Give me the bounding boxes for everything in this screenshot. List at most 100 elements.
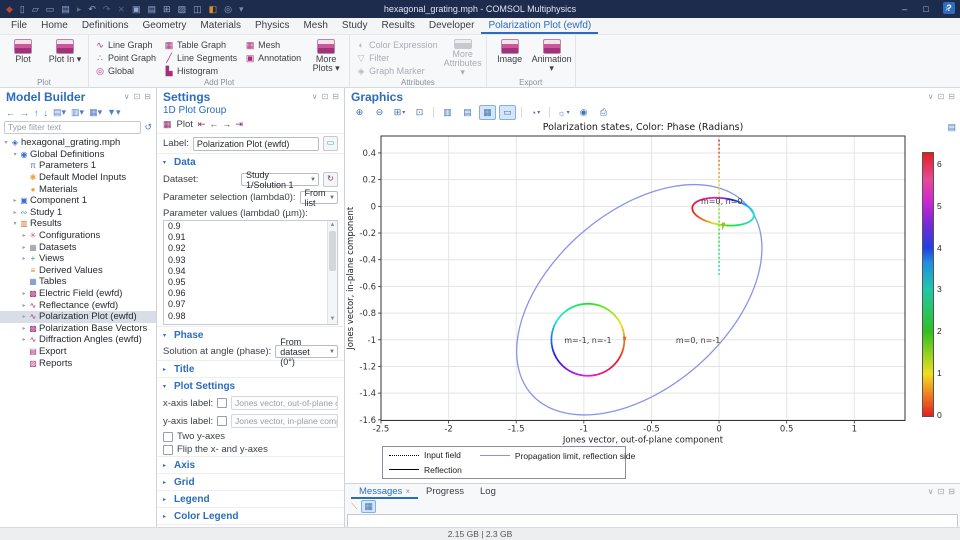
save-icon[interactable]: ▭ — [46, 0, 55, 18]
dataset-refresh-icon[interactable]: ↻ — [323, 172, 338, 187]
tree-item[interactable]: ✱Default Model Inputs — [0, 172, 156, 184]
maximize-icon[interactable]: □ — [923, 0, 928, 18]
ribbon-button-mesh[interactable]: ▦Mesh — [243, 39, 303, 51]
ribbon-button-point-graph[interactable]: ∴Point Graph — [93, 52, 158, 64]
phase-select[interactable]: From dataset (0°)▼ — [275, 345, 338, 358]
ribbon-button-annotation[interactable]: ▣Annotation — [243, 52, 303, 64]
chevron-down-icon[interactable]: ∨ — [312, 90, 318, 104]
expand-icon[interactable]: ▥▾ — [71, 107, 84, 118]
parameter-value[interactable]: 0.95 — [164, 277, 337, 288]
chevron-right-icon[interactable]: ▸ — [20, 244, 28, 251]
tree-item[interactable]: ▾◉Global Definitions — [0, 149, 156, 161]
model-manager-icon[interactable]: ◫ — [193, 0, 202, 18]
section-plot-settings[interactable]: ▾ Plot Settings — [157, 377, 344, 394]
tree-item[interactable]: ▾▥Results — [0, 218, 156, 230]
print-icon[interactable]: ⎙ — [595, 105, 612, 120]
cut-icon[interactable]: ⨯ — [117, 0, 125, 18]
tree-item[interactable]: πParameters 1 — [0, 160, 156, 172]
float-icon[interactable]: ⊡ — [134, 90, 141, 104]
menu-item-physics[interactable]: Physics — [248, 18, 296, 34]
section-data[interactable]: ▾ Data — [157, 153, 344, 170]
x-axis-label-input[interactable]: Jones vector, out-of-plane component — [231, 396, 338, 410]
annotation-toggle-icon[interactable]: ▭ — [499, 105, 516, 120]
preview-icon[interactable]: ▤ — [61, 0, 70, 18]
ribbon-button-line-graph[interactable]: ∿Line Graph — [93, 39, 158, 51]
copy-icon[interactable]: ▣ — [132, 0, 141, 18]
close-tab-icon[interactable]: × — [405, 485, 410, 499]
scroll-thumb[interactable] — [329, 231, 336, 271]
list-scrollbar[interactable]: ▲ ▼ — [327, 221, 337, 324]
chevron-down-icon[interactable]: ▾ — [11, 220, 19, 227]
float-icon[interactable]: ⊡ — [322, 90, 329, 104]
tree-item[interactable]: ▨Reports — [0, 357, 156, 369]
parameter-values-list[interactable]: 0.90.910.920.930.940.950.960.970.98 ▲ ▼ — [163, 220, 338, 325]
open-icon[interactable]: ▱ — [32, 0, 39, 18]
ribbon-button-animation[interactable]: Animation ▾ — [533, 37, 571, 77]
customize-icon[interactable]: ▾ — [239, 0, 244, 18]
back-icon[interactable]: ← — [6, 108, 15, 118]
tree-item[interactable]: ●Materials — [0, 183, 156, 195]
run-icon[interactable]: ▸ — [77, 0, 82, 18]
tree-item[interactable]: ▸∿Polarization Plot (ewfd) — [0, 311, 156, 323]
duplicate-icon[interactable]: ⊞ — [163, 0, 171, 18]
search-icon[interactable]: ◎ — [224, 0, 232, 18]
axes-icon[interactable]: ▦ — [479, 105, 496, 120]
chevron-right-icon[interactable]: ▸ — [20, 255, 28, 262]
filter-input[interactable]: Type filter text — [4, 121, 141, 134]
ribbon-button-table-graph[interactable]: ▦Table Graph — [162, 39, 239, 51]
float-icon[interactable]: ⊡ — [938, 90, 945, 104]
settings-arrows[interactable]: ⇤←→⇥ — [198, 119, 247, 130]
refresh-icon[interactable]: ↺ — [144, 122, 152, 133]
label-side-icon[interactable]: ▭ — [323, 136, 338, 151]
menu-item-study[interactable]: Study — [335, 18, 375, 34]
plot-window-icon[interactable]: ▤ — [947, 122, 956, 133]
dock-icon[interactable]: ⊟ — [948, 90, 955, 104]
chevron-down-icon[interactable]: ▾ — [2, 139, 10, 146]
chevron-right-icon[interactable]: ▸ — [20, 302, 28, 309]
menu-item-developer[interactable]: Developer — [422, 18, 482, 34]
tree-item[interactable]: ▸∿Reflectance (ewfd) — [0, 299, 156, 311]
undo-icon[interactable]: ↶ — [88, 0, 96, 18]
ribbon-button-line-segments[interactable]: ╱Line Segments — [162, 52, 239, 64]
section-grid[interactable]: ▸Grid — [157, 473, 344, 490]
section-legend[interactable]: ▸Legend — [157, 490, 344, 507]
y-axis-label-input[interactable]: Jones vector, in-plane component — [231, 414, 338, 428]
dock-icon[interactable]: ⊟ — [332, 90, 339, 104]
chevron-right-icon[interactable]: ▸ — [20, 290, 28, 297]
flip-the-x--and-y-axes-checkbox[interactable] — [163, 445, 173, 455]
section-axis[interactable]: ▸Axis — [157, 456, 344, 473]
parameter-selection-select[interactable]: From list▼ — [300, 191, 338, 204]
dataset-select[interactable]: Study 1/Solution 1▼ — [241, 173, 319, 186]
plot-canvas[interactable]: -2.5-2-1.5-1-0.500.510.40.20-0.2-0.4-0.6… — [345, 120, 960, 483]
x-axis-label-checkbox[interactable] — [217, 398, 227, 408]
parameter-value[interactable]: 0.92 — [164, 243, 337, 254]
plot-tools-icon[interactable]: ◔▾ — [527, 105, 544, 120]
section-color-legend[interactable]: ▸Color Legend — [157, 507, 344, 524]
menu-item-definitions[interactable]: Definitions — [75, 18, 136, 34]
tree-item[interactable]: ▸✳Configurations — [0, 230, 156, 242]
parameter-value[interactable]: 0.97 — [164, 299, 337, 310]
ribbon-button-plot-in[interactable]: Plot In ▾ — [46, 37, 84, 77]
tree-item[interactable]: ▸+Views — [0, 253, 156, 265]
chevron-right-icon[interactable]: ▸ — [20, 313, 28, 320]
menu-item-materials[interactable]: Materials — [193, 18, 248, 34]
redo-icon[interactable]: ↷ — [103, 0, 111, 18]
new-file-icon[interactable]: ▯ — [20, 0, 25, 18]
defaults-icon[interactable]: ☼▾ — [555, 105, 572, 120]
plot-button[interactable]: Plot — [177, 119, 193, 130]
menu-item-geometry[interactable]: Geometry — [136, 18, 194, 34]
chevron-right-icon[interactable]: ▸ — [20, 232, 28, 239]
dock-icon[interactable]: ⊟ — [948, 485, 955, 499]
chevron-down-icon[interactable]: ∨ — [928, 90, 934, 104]
x-axis-data-icon[interactable]: ▤ — [459, 105, 476, 120]
forward-icon[interactable]: → — [20, 108, 29, 118]
menu-item-home[interactable]: Home — [34, 18, 75, 34]
parameter-value[interactable]: 0.98 — [164, 311, 337, 322]
chevron-down-icon[interactable]: ∨ — [928, 485, 934, 499]
menu-item-file[interactable]: File — [4, 18, 34, 34]
tree-item[interactable]: ▸▩Polarization Base Vectors — [0, 323, 156, 335]
tab-log[interactable]: Log — [472, 485, 504, 499]
parameter-value[interactable]: 0.96 — [164, 288, 337, 299]
tree-item[interactable]: ▤Export — [0, 346, 156, 358]
dock-icon[interactable]: ⊟ — [144, 90, 151, 104]
